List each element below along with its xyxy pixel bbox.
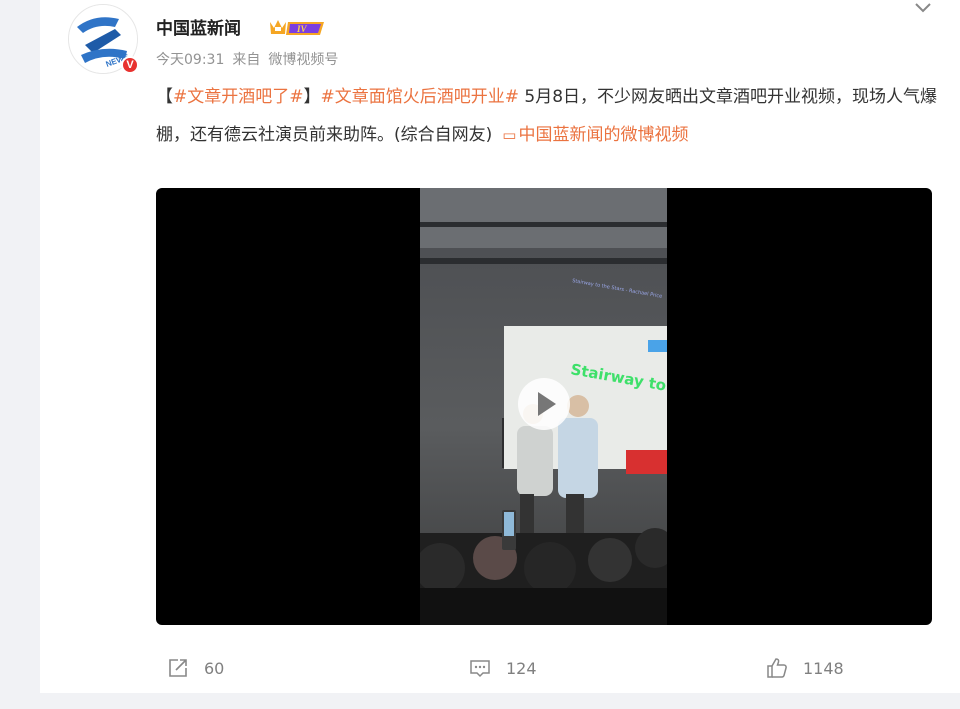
share-icon <box>169 659 187 677</box>
chevron-down-icon[interactable] <box>912 0 934 16</box>
level-label: IV <box>296 24 308 34</box>
weibo-post-card: NEWS V 中国蓝新闻 IV 今天09:31 来自 微博视频号 【#文章开酒吧了#… <box>40 0 960 693</box>
action-bar: 60 124 1148 <box>40 650 960 686</box>
hashtag-link-2[interactable]: #文章面馆火后酒吧开业# <box>321 87 520 107</box>
post-text: 【#文章开酒吧了#】#文章面馆火后酒吧开业# 5月8日，不少网友晒出文章酒吧开业… <box>156 78 938 154</box>
comment-button[interactable]: 124 <box>468 650 537 686</box>
post-time[interactable]: 今天09:31 <box>156 52 224 68</box>
post-source[interactable]: 微博视频号 <box>268 52 338 68</box>
thumbs-up-icon <box>767 658 787 678</box>
share-count: 60 <box>204 658 225 678</box>
video-player[interactable]: Stairway to the Stars-Rachael Price Stai… <box>156 188 932 625</box>
comment-icon <box>470 660 490 678</box>
source-prefix: 来自 <box>232 52 261 68</box>
share-button[interactable]: 60 <box>166 650 224 686</box>
video-link-icon: ▭ <box>502 126 517 144</box>
author-name[interactable]: 中国蓝新闻 <box>156 18 241 40</box>
like-count: 1148 <box>803 658 844 678</box>
video-link-label: 中国蓝新闻的微博视频 <box>518 125 689 145</box>
like-button[interactable]: 1148 <box>765 650 844 686</box>
verified-badge: V <box>121 56 139 74</box>
membership-level-badge[interactable]: IV <box>266 16 328 40</box>
hashtag-link-1[interactable]: #文章开酒吧了# <box>173 87 304 107</box>
comment-count: 124 <box>506 658 537 678</box>
play-icon[interactable] <box>518 378 570 430</box>
bracket-open: 【 <box>156 87 173 107</box>
post-meta: 今天09:31 来自 微博视频号 <box>156 50 346 70</box>
bracket-close: 】 <box>303 87 321 107</box>
video-link[interactable]: ▭ 中国蓝新闻的微博视频 <box>492 125 688 145</box>
